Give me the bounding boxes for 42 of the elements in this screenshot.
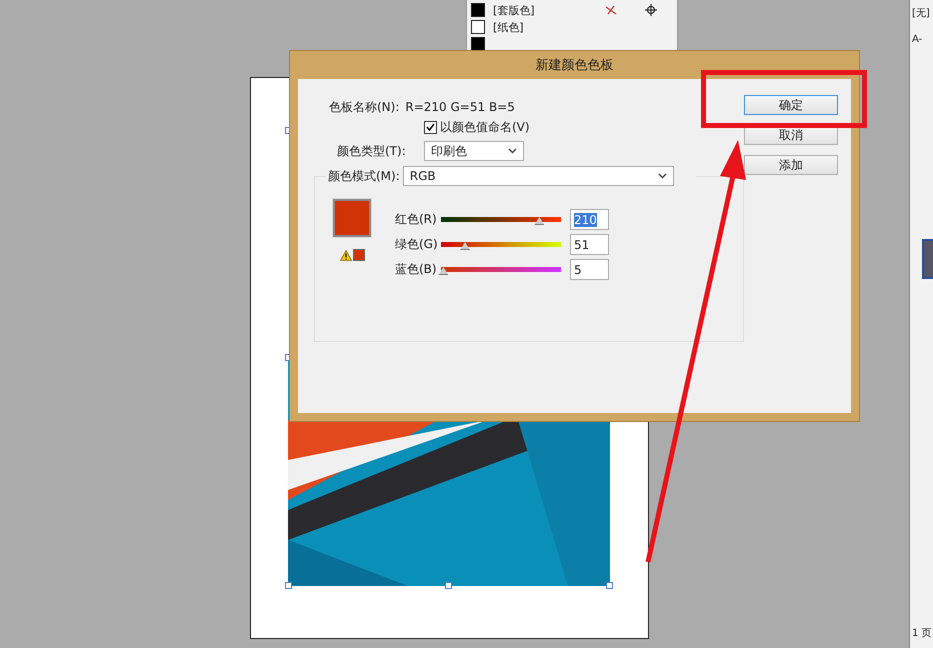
selection-handle[interactable] (445, 582, 452, 589)
channel-label: 红色(R) (395, 211, 438, 228)
page-item[interactable]: A- (910, 34, 922, 45)
channel-label: 绿色(G) (395, 236, 439, 253)
caret-icon (658, 173, 667, 179)
color-preview (333, 199, 371, 237)
swatch-chip (471, 20, 485, 34)
page-count: 1 页 (911, 627, 932, 640)
selection-handle[interactable] (606, 582, 613, 589)
slider-thumb[interactable] (438, 267, 448, 275)
dialog-button[interactable]: 确定 (744, 95, 838, 115)
color-mode-label: 颜色模式(M): (328, 168, 400, 184)
crosshair-icon (645, 4, 657, 16)
swatch-name[interactable]: [纸色] (493, 20, 677, 34)
gamut-color-chip[interactable] (352, 249, 364, 261)
swatch-chip (471, 36, 485, 51)
channel-value-field[interactable]: 5 (570, 259, 609, 280)
channel-value-field[interactable]: 210 (570, 209, 609, 230)
channel-value-field[interactable]: 51 (570, 234, 609, 255)
swatch-name-label: 色板名称(N): (329, 98, 400, 116)
selection-handle[interactable] (285, 582, 292, 589)
channel-slider[interactable] (441, 217, 561, 222)
name-with-value-checkbox[interactable]: 以颜色值命名(V) (424, 118, 530, 136)
slider-thumb[interactable] (534, 217, 544, 225)
warning-icon (340, 250, 352, 260)
dialog-title: 新建颜色色板 (534, 57, 614, 75)
checkmark-icon (426, 123, 435, 131)
channel-slider[interactable] (441, 267, 561, 272)
dialog-button[interactable]: 添加 (744, 155, 838, 175)
swatch-chip (471, 3, 485, 18)
color-type-label: 颜色类型(T): (337, 142, 406, 160)
channel-slider[interactable] (441, 242, 561, 247)
slider-thumb[interactable] (460, 242, 470, 250)
checkbox[interactable] (424, 120, 437, 134)
page-thumbnail[interactable] (922, 239, 933, 279)
swatch-name[interactable]: [套版色] (493, 2, 597, 18)
page-item[interactable]: [无] (910, 6, 930, 20)
channel-label: 蓝色(B) (395, 261, 438, 278)
color-type-dropdown[interactable]: 印刷色 (424, 141, 524, 161)
color-mode-dropdown[interactable]: RGB (402, 166, 674, 186)
caret-icon (508, 148, 517, 154)
swatch-name-value: R=210 G=51 B=5 (405, 100, 515, 114)
